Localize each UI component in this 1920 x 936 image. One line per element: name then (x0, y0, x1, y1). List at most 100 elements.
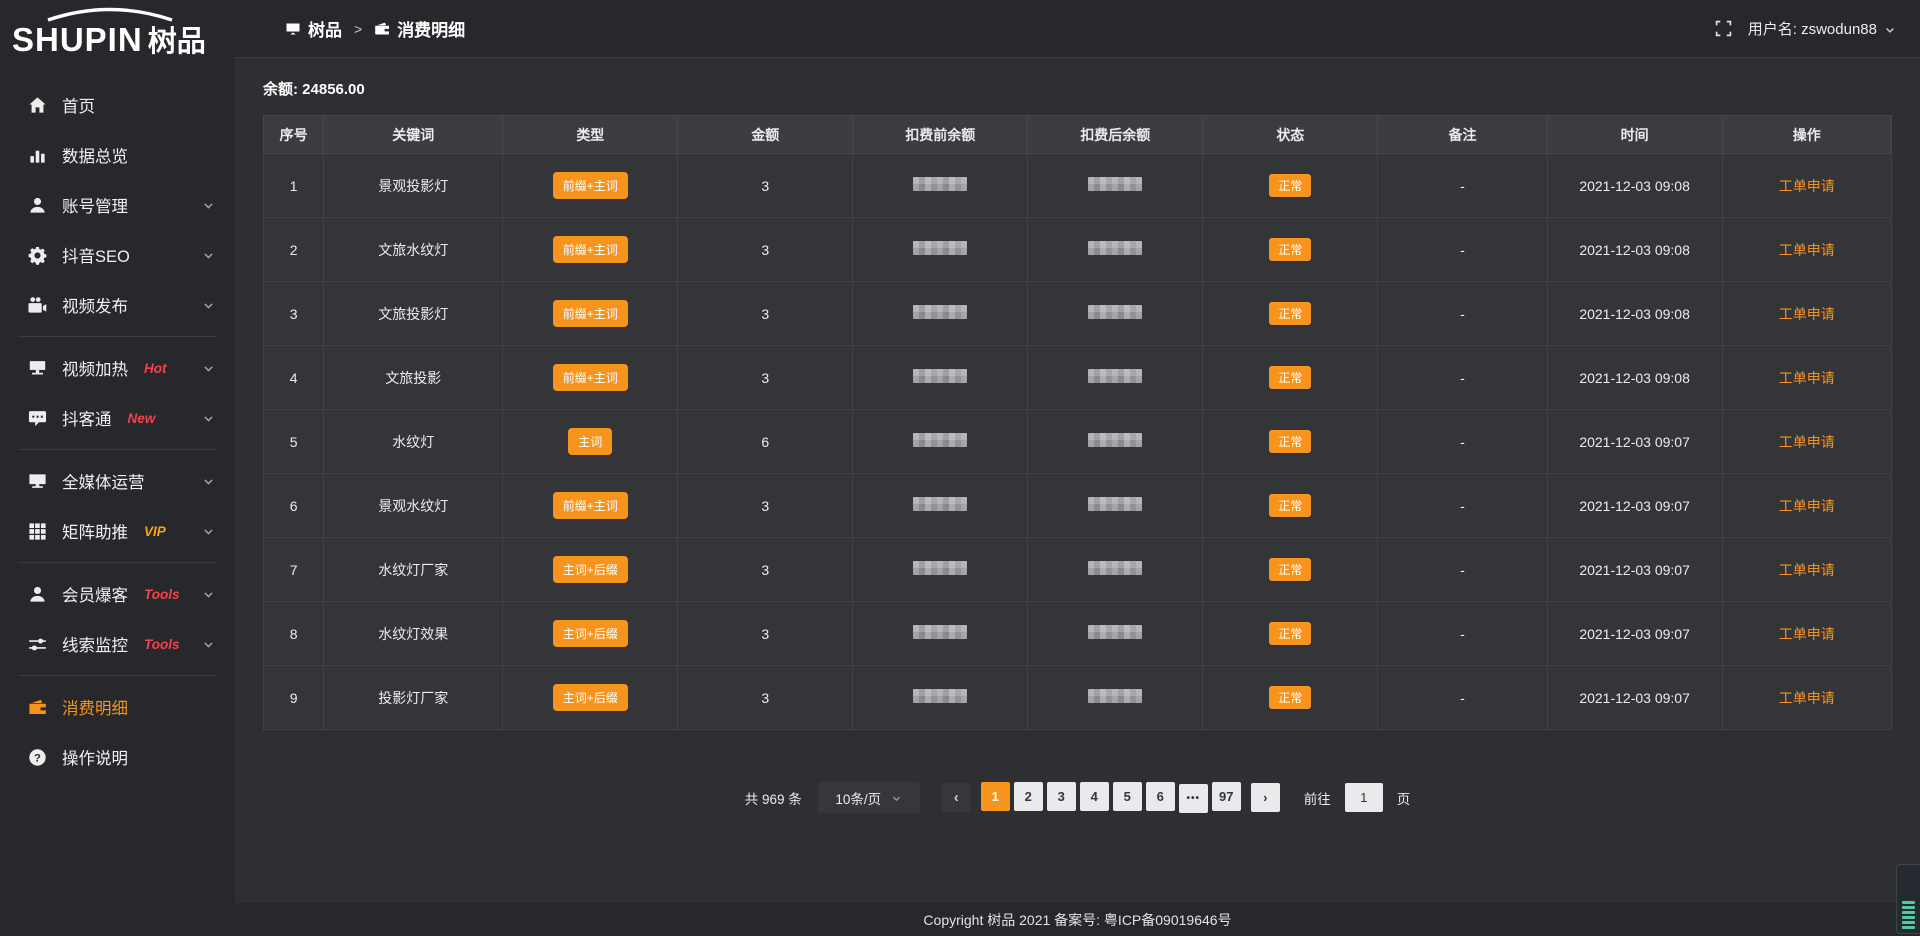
cell-balance-after (1028, 218, 1203, 282)
chevron-down-icon (202, 588, 215, 601)
sidebar-item-label: 矩阵助推 (62, 519, 128, 543)
sidebar-item-home[interactable]: 首页 (0, 80, 235, 130)
sidebar-item-label: 首页 (62, 93, 95, 117)
sidebar-item-label: 消费明细 (62, 695, 128, 719)
cell-keyword: 文旅投影灯 (324, 282, 503, 346)
sidebar-item-label: 操作说明 (62, 745, 128, 769)
table-row: 5水纹灯主词6正常-2021-12-03 09:07工单申请 (264, 410, 1892, 474)
cell-balance-before (853, 602, 1028, 666)
work-order-link[interactable]: 工单申请 (1779, 626, 1835, 642)
redacted-value (1088, 561, 1142, 575)
goto-page-input[interactable] (1345, 783, 1383, 812)
work-order-link[interactable]: 工单申请 (1779, 306, 1835, 322)
cell-index: 7 (264, 538, 324, 602)
balance-value: 24856.00 (302, 81, 365, 98)
sidebar-item-matrix-boost[interactable]: 矩阵助推VIP (0, 506, 235, 556)
cell-time: 2021-12-03 09:08 (1547, 154, 1722, 218)
cell-amount: 3 (678, 602, 853, 666)
page-size-select[interactable]: 10条/页 (818, 782, 920, 813)
cell-amount: 3 (678, 154, 853, 218)
screen-icon (28, 359, 47, 378)
table-row: 7水纹灯厂家主词+后缀3正常-2021-12-03 09:07工单申请 (264, 538, 1892, 602)
logo-text-en: SHUPIN (12, 21, 143, 58)
cell-type: 前缀+主词 (503, 346, 678, 410)
cell-amount: 6 (678, 410, 853, 474)
sidebar-item-operation-guide[interactable]: ?操作说明 (0, 732, 235, 782)
next-page-button[interactable]: › (1251, 783, 1280, 812)
cell-time: 2021-12-03 09:08 (1547, 218, 1722, 282)
cell-remark: - (1378, 538, 1547, 602)
screen-icon (285, 21, 301, 37)
page-button-4[interactable]: 4 (1080, 782, 1109, 811)
work-order-link[interactable]: 工单申请 (1779, 498, 1835, 514)
sidebar-item-data-overview[interactable]: 数据总览 (0, 130, 235, 180)
widget-stripe (1902, 926, 1915, 929)
pagination-total: 共 969 条 (745, 788, 802, 808)
page-button-6[interactable]: 6 (1146, 782, 1175, 811)
page-button-5[interactable]: 5 (1113, 782, 1142, 811)
sidebar-divider (18, 675, 217, 676)
work-order-link[interactable]: 工单申请 (1779, 434, 1835, 450)
cell-index: 8 (264, 602, 324, 666)
sidebar-item-doukentong[interactable]: 抖客通New (0, 393, 235, 443)
sidebar-item-member-baoke[interactable]: 会员爆客Tools (0, 569, 235, 619)
sidebar-item-label: 数据总览 (62, 143, 128, 167)
top-right-tools: 用户名: zswodun88 (1715, 18, 1896, 39)
sidebar-item-video-publish[interactable]: 视频发布 (0, 280, 235, 330)
page-button-2[interactable]: 2 (1014, 782, 1043, 811)
cell-status: 正常 (1203, 282, 1378, 346)
redacted-value (913, 561, 967, 575)
page-button-97[interactable]: 97 (1212, 782, 1241, 811)
cell-remark: - (1378, 218, 1547, 282)
sidebar-item-label: 全媒体运营 (62, 469, 145, 493)
cell-action: 工单申请 (1722, 410, 1891, 474)
chat-icon (28, 409, 47, 428)
column-header: 扣费前余额 (853, 116, 1028, 154)
work-order-link[interactable]: 工单申请 (1779, 370, 1835, 386)
cell-amount: 3 (678, 346, 853, 410)
breadcrumb-root[interactable]: 树品 (308, 16, 342, 41)
prev-page-button[interactable]: ‹ (942, 783, 971, 812)
work-order-link[interactable]: 工单申请 (1779, 690, 1835, 706)
sidebar-item-tag: Tools (144, 637, 180, 652)
sidebar-item-clue-monitor[interactable]: 线索监控Tools (0, 619, 235, 669)
sidebar-item-account-manage[interactable]: 账号管理 (0, 180, 235, 230)
work-order-link[interactable]: 工单申请 (1779, 562, 1835, 578)
app-logo: SHUPIN树品 (0, 0, 235, 66)
cell-amount: 3 (678, 218, 853, 282)
user-menu[interactable]: 用户名: zswodun88 (1748, 18, 1896, 39)
cell-status: 正常 (1203, 666, 1378, 730)
user-icon (28, 196, 47, 215)
sidebar-item-consume-detail[interactable]: 消费明细 (0, 682, 235, 732)
more-pages-button[interactable]: ••• (1179, 784, 1208, 813)
redacted-value (913, 689, 967, 703)
type-badge: 前缀+主词 (553, 364, 628, 391)
status-badge: 正常 (1269, 494, 1311, 517)
cell-keyword: 水纹灯效果 (324, 602, 503, 666)
fullscreen-icon[interactable] (1715, 20, 1732, 37)
page-buttons: 123456•••97 (979, 782, 1243, 813)
page-button-1[interactable]: 1 (981, 782, 1010, 811)
cell-status: 正常 (1203, 154, 1378, 218)
table-row: 3文旅投影灯前缀+主词3正常-2021-12-03 09:08工单申请 (264, 282, 1892, 346)
sidebar-item-media-operation[interactable]: 全媒体运营 (0, 456, 235, 506)
work-order-link[interactable]: 工单申请 (1779, 178, 1835, 194)
redacted-value (913, 625, 967, 639)
work-order-link[interactable]: 工单申请 (1779, 242, 1835, 258)
redacted-value (1088, 241, 1142, 255)
column-header: 备注 (1378, 116, 1547, 154)
sidebar-item-tag: Hot (144, 361, 167, 376)
cell-action: 工单申请 (1722, 474, 1891, 538)
sidebar-item-douyin-seo[interactable]: 抖音SEO (0, 230, 235, 280)
cell-remark: - (1378, 282, 1547, 346)
cell-time: 2021-12-03 09:08 (1547, 346, 1722, 410)
floating-widget[interactable] (1896, 864, 1920, 934)
sidebar-item-label: 会员爆客 (62, 582, 128, 606)
sidebar-item-video-heat[interactable]: 视频加热Hot (0, 343, 235, 393)
cell-balance-after (1028, 602, 1203, 666)
type-badge: 前缀+主词 (553, 236, 628, 263)
sidebar-item-label: 抖客通 (62, 406, 112, 430)
page-button-3[interactable]: 3 (1047, 782, 1076, 811)
cell-keyword: 投影灯厂家 (324, 666, 503, 730)
status-badge: 正常 (1269, 366, 1311, 389)
